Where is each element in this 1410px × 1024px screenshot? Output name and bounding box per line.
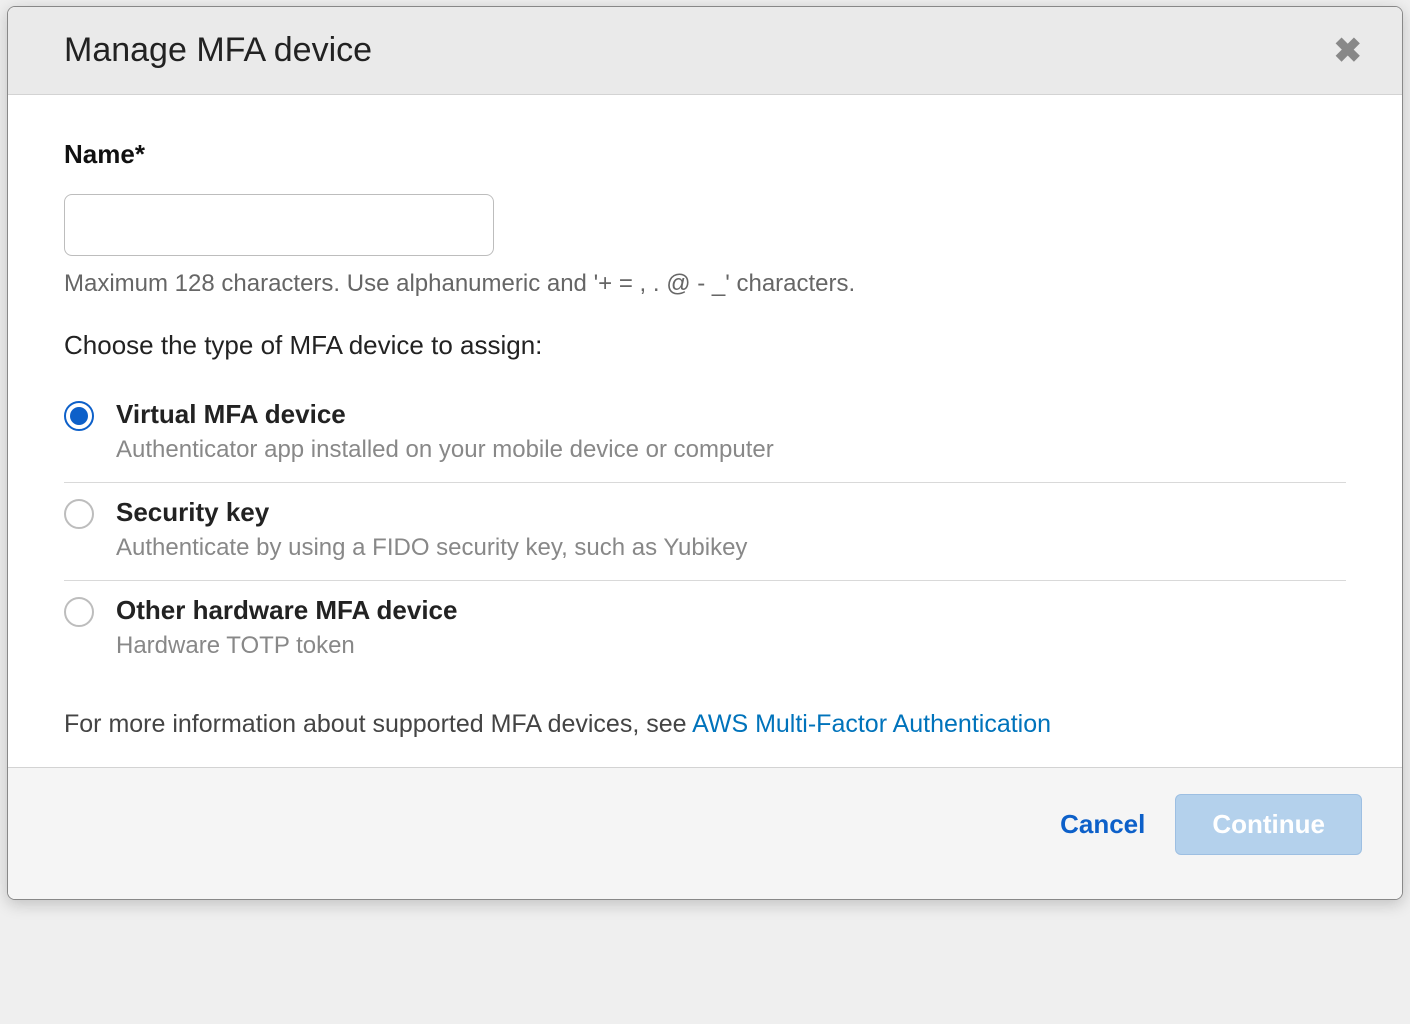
cancel-button[interactable]: Cancel bbox=[1060, 809, 1145, 840]
radio-title: Other hardware MFA device bbox=[116, 595, 1346, 626]
radio-button-security-key[interactable] bbox=[64, 499, 94, 529]
radio-option-security-key[interactable]: Security key Authenticate by using a FID… bbox=[64, 482, 1346, 580]
mfa-type-radio-group: Virtual MFA device Authenticator app ins… bbox=[64, 385, 1346, 678]
continue-button[interactable]: Continue bbox=[1175, 794, 1362, 855]
manage-mfa-modal: Manage MFA device ✖ Name* Maximum 128 ch… bbox=[7, 6, 1403, 900]
name-help-text: Maximum 128 characters. Use alphanumeric… bbox=[64, 270, 1346, 298]
modal-footer: Cancel Continue bbox=[8, 767, 1402, 899]
info-prefix: For more information about supported MFA… bbox=[64, 710, 692, 738]
radio-option-other-hardware[interactable]: Other hardware MFA device Hardware TOTP … bbox=[64, 580, 1346, 678]
radio-button-virtual-mfa[interactable] bbox=[64, 401, 94, 431]
name-input[interactable] bbox=[64, 194, 494, 256]
modal-title: Manage MFA device bbox=[64, 31, 372, 70]
radio-desc: Authenticator app installed on your mobi… bbox=[116, 436, 1346, 464]
radio-desc: Hardware TOTP token bbox=[116, 632, 1346, 660]
radio-text: Security key Authenticate by using a FID… bbox=[116, 497, 1346, 562]
radio-text: Virtual MFA device Authenticator app ins… bbox=[116, 399, 1346, 464]
modal-body: Name* Maximum 128 characters. Use alphan… bbox=[8, 95, 1402, 767]
modal-header: Manage MFA device ✖ bbox=[8, 7, 1402, 95]
info-link[interactable]: AWS Multi-Factor Authentication bbox=[692, 710, 1051, 738]
radio-desc: Authenticate by using a FIDO security ke… bbox=[116, 534, 1346, 562]
close-icon[interactable]: ✖ bbox=[1334, 34, 1363, 68]
radio-title: Security key bbox=[116, 497, 1346, 528]
radio-title: Virtual MFA device bbox=[116, 399, 1346, 430]
name-label: Name* bbox=[64, 139, 1346, 170]
type-section-label: Choose the type of MFA device to assign: bbox=[64, 330, 1346, 361]
radio-text: Other hardware MFA device Hardware TOTP … bbox=[116, 595, 1346, 660]
info-line: For more information about supported MFA… bbox=[64, 710, 1346, 739]
radio-option-virtual-mfa[interactable]: Virtual MFA device Authenticator app ins… bbox=[64, 385, 1346, 482]
radio-button-other-hardware[interactable] bbox=[64, 597, 94, 627]
modal-overlay: Manage MFA device ✖ Name* Maximum 128 ch… bbox=[0, 0, 1410, 1024]
